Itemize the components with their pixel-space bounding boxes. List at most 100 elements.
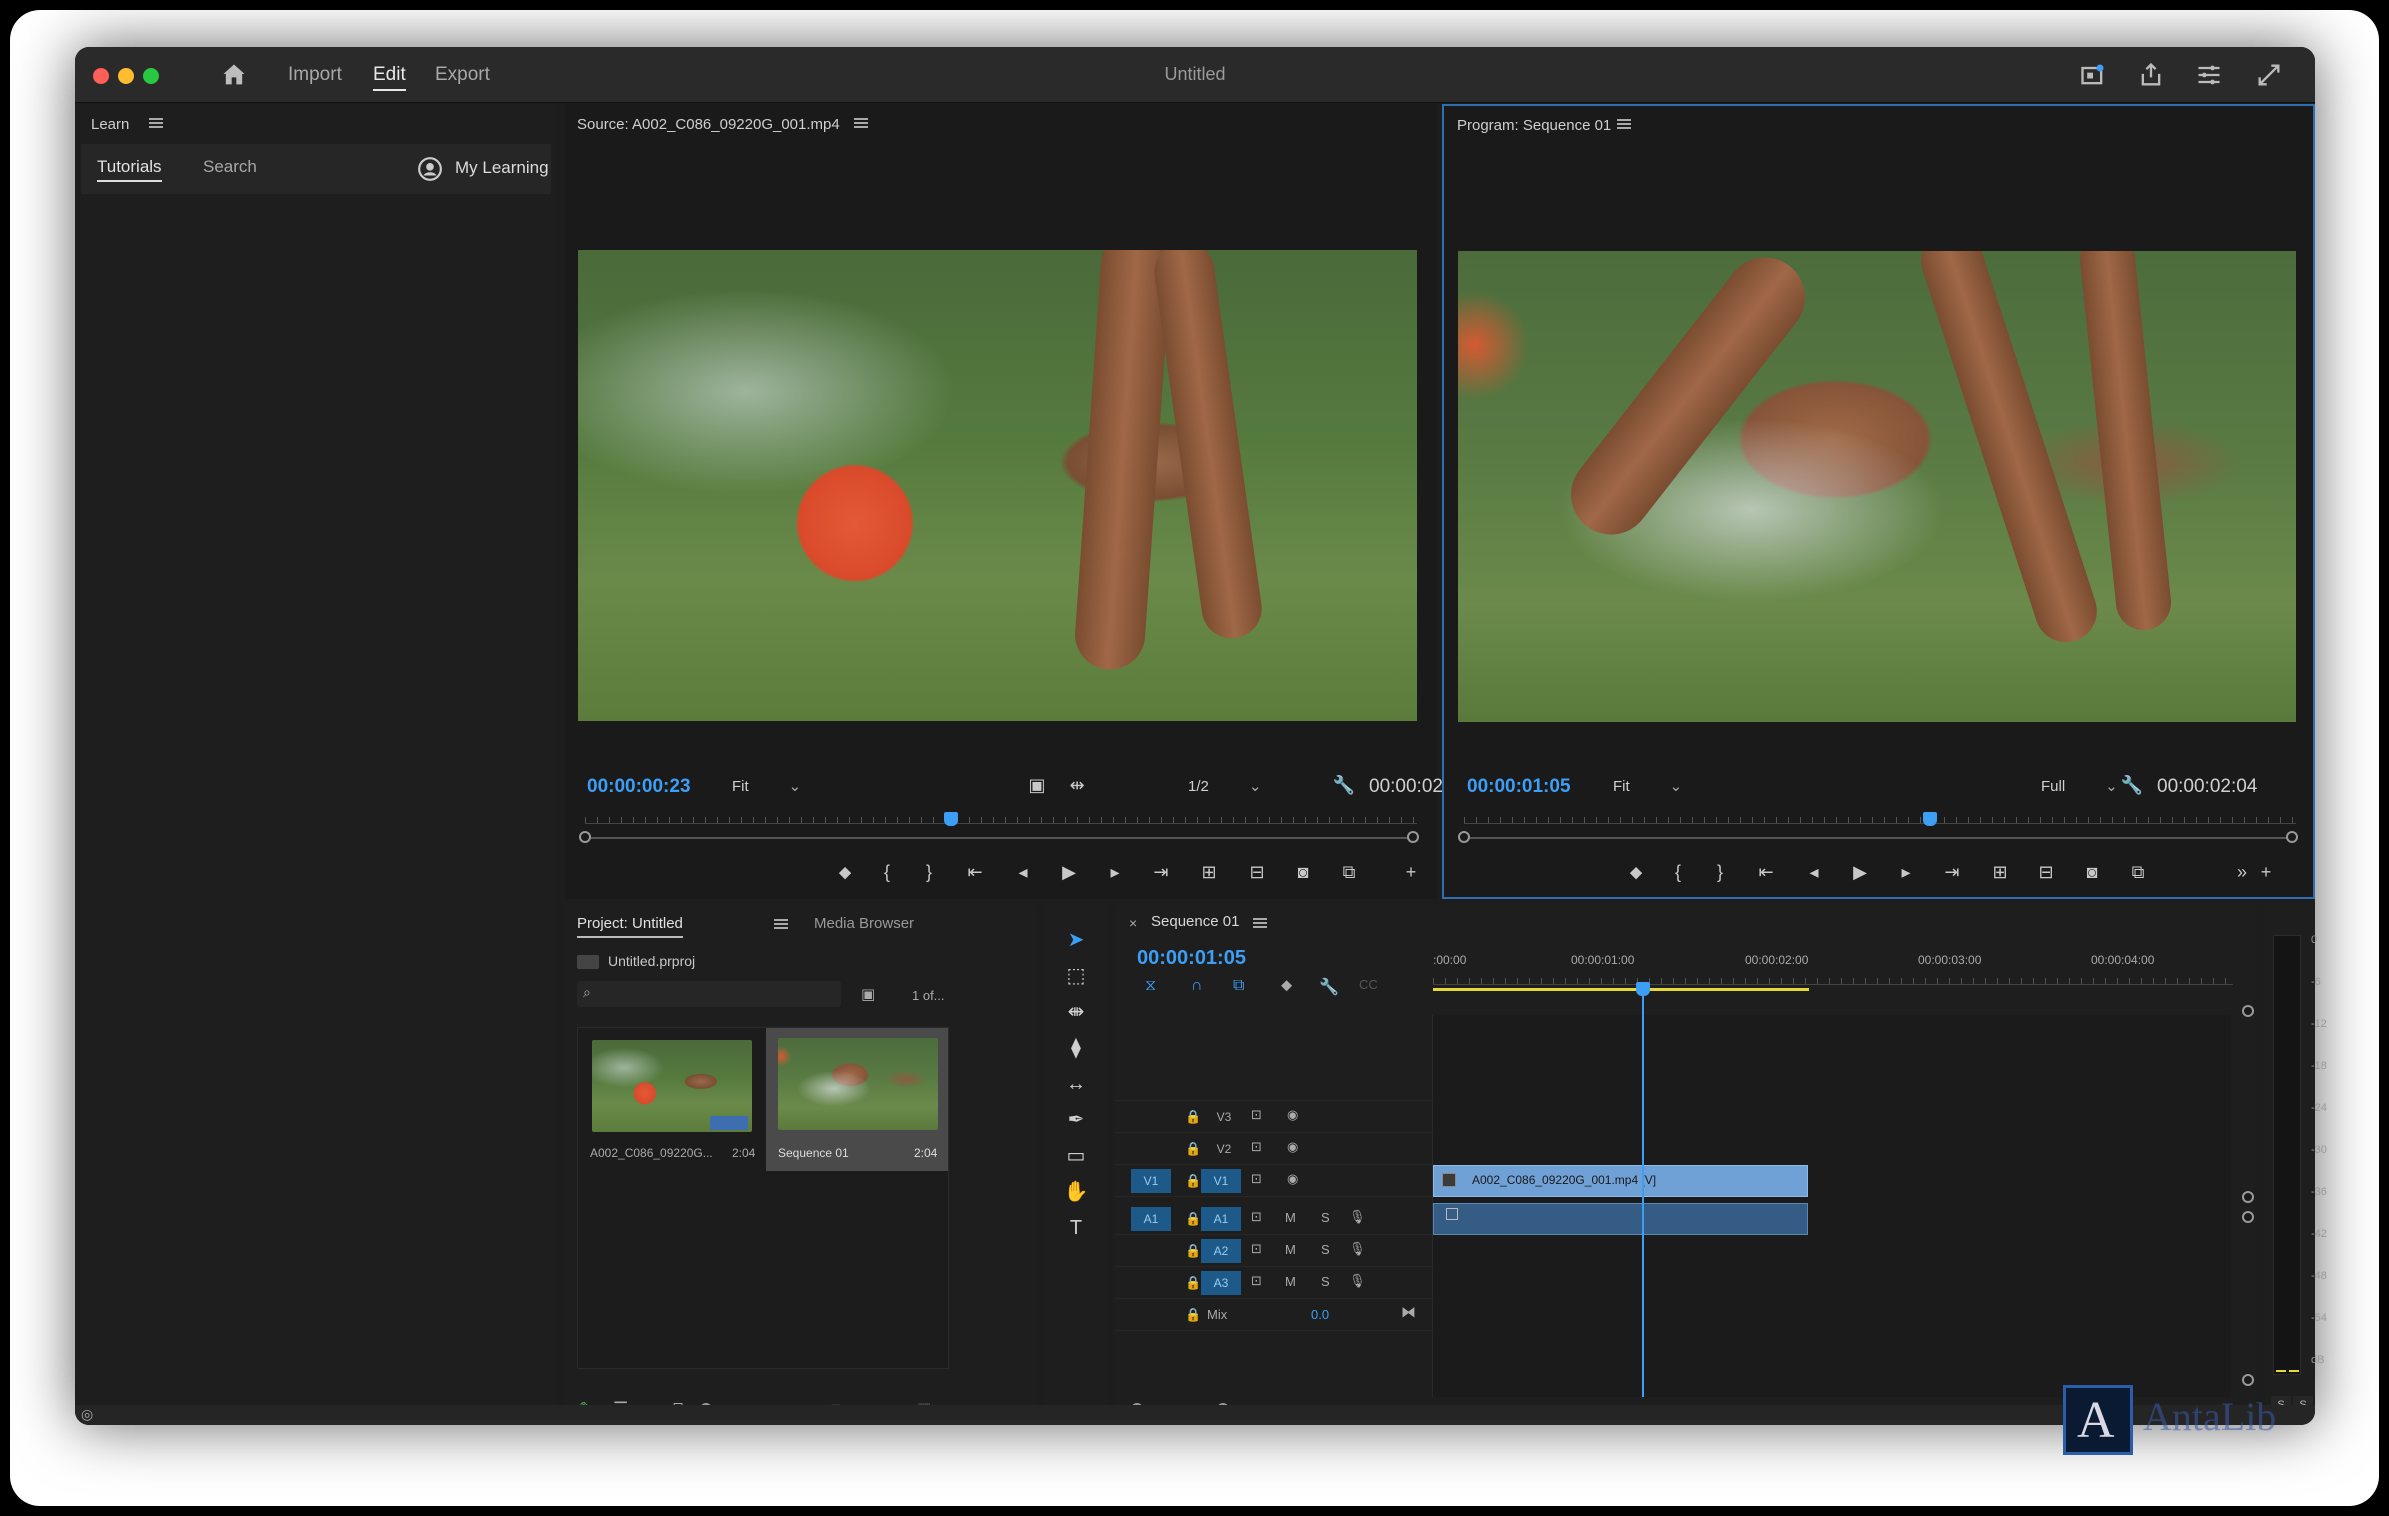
nest-icon[interactable]: ⧖ [1145, 977, 1156, 995]
program-lift-icon[interactable]: ⊞ [1988, 860, 2012, 884]
track-name[interactable]: V3 [1211, 1105, 1237, 1129]
microphone-icon[interactable]: 🎙 [1349, 1273, 1366, 1289]
sync-lock-icon[interactable]: ⊡ [1251, 1273, 1262, 1289]
work-area-bar[interactable] [1433, 988, 1809, 991]
source-overwrite-icon[interactable]: ⊟ [1245, 860, 1269, 884]
solo-button[interactable]: S [1321, 1274, 1330, 1289]
track-target-a1[interactable]: A1 [1201, 1207, 1241, 1231]
sync-lock-icon[interactable]: ⊡ [1251, 1139, 1262, 1155]
new-bin-icon[interactable]: ▣ [861, 985, 875, 1003]
program-video-frame[interactable] [1458, 251, 2296, 722]
track-name[interactable]: V2 [1211, 1137, 1237, 1161]
mix-volume-value[interactable]: 0.0 [1311, 1307, 1329, 1322]
add-marker-icon[interactable]: ⬥ [1281, 977, 1292, 995]
close-window-button[interactable] [93, 68, 109, 84]
hand-tool-icon[interactable]: ✋ [1061, 1177, 1091, 1207]
pen-tool-icon[interactable]: ✒ [1061, 1105, 1091, 1135]
source-settings-wrench-icon[interactable]: 🔧 [1332, 773, 1356, 797]
source-drag-video-icon[interactable]: ⇹ [1065, 773, 1089, 797]
source-swap-icon[interactable]: ⧉ [1337, 860, 1361, 884]
captions-icon[interactable]: CC [1359, 977, 1378, 992]
source-go-to-in-icon[interactable]: ⇤ [963, 860, 987, 884]
program-fit-dropdown[interactable]: Fit [1613, 777, 1682, 795]
program-settings-wrench-icon[interactable]: 🔧 [2120, 773, 2144, 797]
source-zoom-handle-right[interactable] [1407, 831, 1419, 843]
search-tab[interactable]: Search [203, 157, 257, 177]
source-insert-icon[interactable]: ⊞ [1197, 860, 1221, 884]
program-step-back-icon[interactable]: ◂ [1802, 860, 1826, 884]
vertical-zoom-handle-top[interactable] [2242, 1005, 2254, 1017]
program-add-marker-icon[interactable]: ⬥ [1624, 860, 1648, 884]
program-zoom-bar[interactable] [1468, 837, 2288, 839]
source-export-frame-icon[interactable]: ◙ [1291, 860, 1315, 884]
program-go-to-in-icon[interactable]: ⇤ [1754, 860, 1778, 884]
linked-selection-icon[interactable]: ⧉ [1233, 977, 1244, 995]
source-zoom-bar[interactable] [589, 837, 1409, 839]
vertical-zoom-handle-mid[interactable] [2242, 1191, 2254, 1203]
minimize-window-button[interactable] [118, 68, 134, 84]
source-overlay-settings-icon[interactable]: ▣ [1025, 773, 1049, 797]
timeline-playhead-line[interactable] [1642, 985, 1645, 1397]
source-timecode[interactable]: 00:00:00:23 [587, 776, 691, 798]
lock-icon[interactable]: 🔒 [1185, 1275, 1201, 1291]
track-target-v1[interactable]: V1 [1201, 1169, 1241, 1193]
program-zoom-handle-right[interactable] [2286, 831, 2298, 843]
source-mark-in-icon[interactable]: { [875, 860, 899, 884]
import-tab[interactable]: Import [288, 64, 342, 86]
quick-actions-icon[interactable] [2079, 61, 2107, 89]
status-indicator-icon[interactable]: ◎ [81, 1406, 93, 1423]
program-zoom-handle-left[interactable] [1458, 831, 1470, 843]
source-time-ruler[interactable] [585, 810, 1417, 824]
sync-lock-icon[interactable]: ⊡ [1251, 1209, 1262, 1225]
rectangle-tool-icon[interactable]: ▭ [1061, 1141, 1091, 1171]
timeline-menu-icon[interactable] [1253, 918, 1267, 928]
video-clip[interactable]: A002_C086_09220G_001.mp4 [V] [1433, 1165, 1808, 1197]
snap-icon[interactable]: ∩ [1191, 977, 1203, 995]
mute-button[interactable]: M [1285, 1274, 1296, 1289]
export-tab[interactable]: Export [435, 64, 490, 86]
track-select-tool-icon[interactable]: ⬚ [1061, 961, 1091, 991]
source-playhead[interactable] [944, 812, 959, 826]
program-comparison-view-icon[interactable]: ⧉ [2126, 860, 2150, 884]
mute-button[interactable]: M [1285, 1242, 1296, 1257]
source-patch-a1[interactable]: A1 [1131, 1207, 1171, 1231]
tutorials-tab[interactable]: Tutorials [97, 157, 162, 182]
media-browser-tab[interactable]: Media Browser [814, 915, 914, 932]
share-icon[interactable] [2137, 61, 2165, 89]
sync-lock-icon[interactable]: ⊡ [1251, 1171, 1262, 1187]
program-monitor-menu-icon[interactable] [1617, 119, 1631, 129]
project-item-clip[interactable]: A002_C086_09220G... 2:04 [582, 1034, 762, 1172]
program-play-icon[interactable]: ▶ [1848, 860, 1872, 884]
edit-tab[interactable]: Edit [373, 64, 406, 91]
project-item-sequence[interactable]: Sequence 01 2:04 [766, 1028, 948, 1171]
track-target-a3[interactable]: A3 [1201, 1271, 1241, 1295]
lock-icon[interactable]: 🔒 [1185, 1243, 1201, 1259]
vertical-zoom-handle-audio[interactable] [2242, 1211, 2254, 1223]
lock-icon[interactable]: 🔒 [1185, 1307, 1201, 1323]
program-time-ruler[interactable] [1464, 810, 2296, 824]
source-add-button-icon[interactable]: + [1399, 860, 1423, 884]
sync-lock-icon[interactable]: ⊡ [1251, 1107, 1262, 1123]
solo-button[interactable]: S [1321, 1242, 1330, 1257]
microphone-icon[interactable]: 🎙 [1349, 1241, 1366, 1257]
source-zoom-handle-left[interactable] [579, 831, 591, 843]
source-mark-out-icon[interactable]: } [917, 860, 941, 884]
track-lanes[interactable]: A002_C086_09220G_001.mp4 [V] [1433, 982, 2231, 1397]
program-timecode[interactable]: 00:00:01:05 [1467, 776, 1571, 798]
timeline-timecode[interactable]: 00:00:01:05 [1137, 947, 1246, 970]
project-tab[interactable]: Project: Untitled [577, 915, 683, 938]
program-mark-out-icon[interactable]: } [1708, 860, 1732, 884]
lock-icon[interactable]: 🔒 [1185, 1211, 1201, 1227]
lock-icon[interactable]: 🔒 [1185, 1109, 1201, 1125]
source-video-frame[interactable] [578, 250, 1417, 721]
track-target-a2[interactable]: A2 [1201, 1239, 1241, 1263]
microphone-icon[interactable]: 🎙 [1349, 1209, 1366, 1225]
ripple-edit-tool-icon[interactable]: ⇼ [1061, 997, 1091, 1027]
timeline-playhead-handle[interactable] [1636, 982, 1651, 996]
program-resolution-dropdown[interactable]: Full [2041, 777, 2118, 795]
timeline-ruler[interactable]: :00:00 00:00:01:00 00:00:02:00 00:00:03:… [1433, 943, 2253, 1003]
selection-tool-icon[interactable]: ➤ [1061, 925, 1091, 955]
eye-icon[interactable]: ◉ [1287, 1139, 1298, 1155]
program-export-frame-icon[interactable]: ◙ [2080, 860, 2104, 884]
source-resolution-dropdown[interactable]: 1/2 [1188, 777, 1261, 795]
